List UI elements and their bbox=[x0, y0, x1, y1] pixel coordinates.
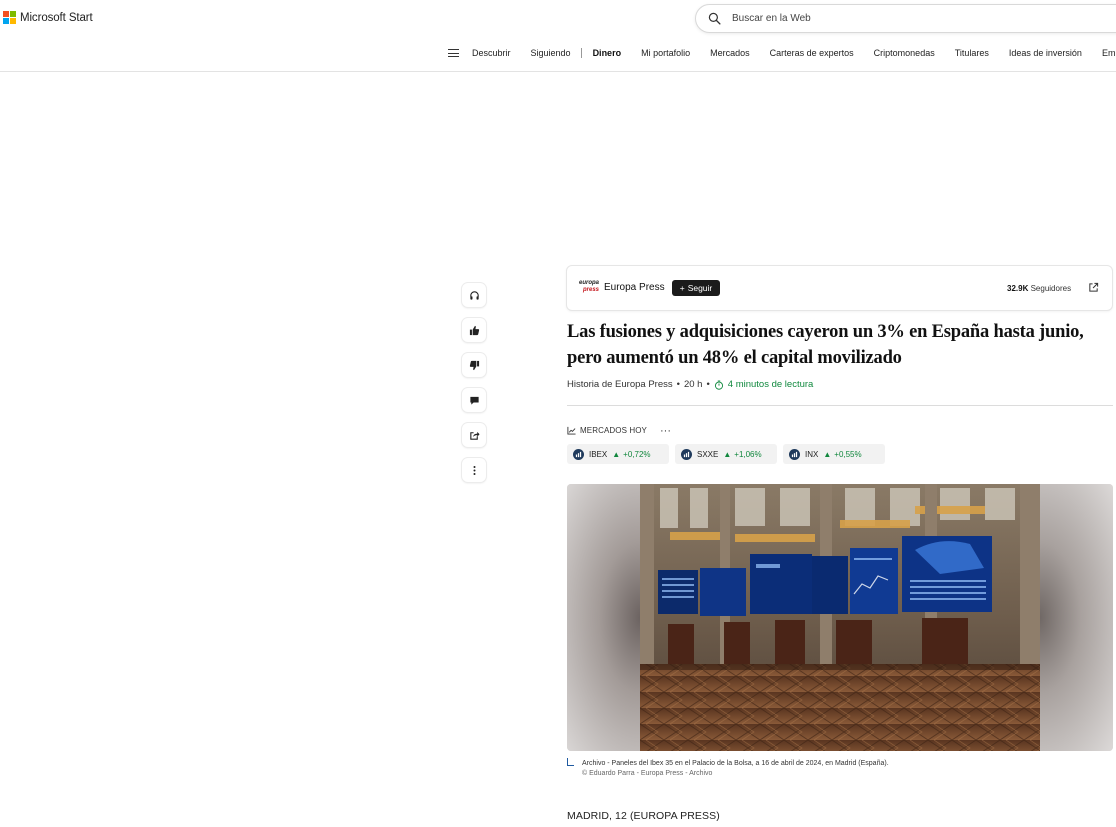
share-icon bbox=[469, 431, 480, 440]
nav-separator bbox=[580, 48, 582, 58]
listen-button[interactable] bbox=[462, 283, 486, 307]
arrow-up-icon: ▲ bbox=[823, 449, 832, 459]
image-caption: Archivo - Paneles del Ibex 35 en el Pala… bbox=[582, 759, 1102, 779]
index-icon bbox=[681, 448, 692, 460]
article-headline: Las fusiones y adquisiciones cayeron un … bbox=[567, 322, 1084, 368]
byline-time: 20 h bbox=[683, 379, 703, 390]
nav-item-mi-portafolio[interactable]: Mi portafolio bbox=[641, 48, 690, 58]
thumbs-down-icon bbox=[469, 360, 479, 370]
arrow-up-icon: ▲ bbox=[723, 449, 732, 459]
image-blur-left bbox=[567, 484, 641, 751]
read-time: 4 minutos de lectura bbox=[714, 379, 814, 390]
chart-line-icon bbox=[567, 426, 576, 435]
follow-button[interactable]: + Seguir bbox=[672, 280, 720, 296]
ticker-symbol: IBEX bbox=[589, 449, 608, 459]
search-box[interactable] bbox=[695, 4, 1116, 33]
thumbs-up-icon bbox=[469, 325, 479, 335]
article-hero-image[interactable] bbox=[567, 484, 1113, 751]
plus-icon: + bbox=[679, 283, 685, 293]
dislike-button[interactable] bbox=[462, 353, 486, 377]
microsoft-start-logo[interactable]: Microsoft Start bbox=[3, 11, 93, 24]
comment-icon bbox=[469, 396, 479, 405]
publisher-logo-line1: europa bbox=[579, 280, 600, 286]
followers-label: Seguidores bbox=[1030, 284, 1072, 293]
followers-number: 32.9K bbox=[1007, 284, 1029, 293]
headphones-icon bbox=[469, 290, 479, 300]
top-navigation: Descubrir Siguiendo Dinero Mi portafolio… bbox=[448, 46, 1116, 60]
comment-button[interactable] bbox=[462, 388, 486, 412]
market-tickers: IBEX ▲ +0,72% SXXE ▲ +1,06% INX ▲ +0,55% bbox=[567, 444, 885, 464]
caption-text: Archivo - Paneles del Ibex 35 en el Pala… bbox=[582, 760, 889, 767]
ticker-change: +1,06% bbox=[734, 449, 762, 459]
image-credit: © Eduardo Parra - Europa Press - Archivo bbox=[582, 770, 713, 777]
byline-separator: • bbox=[706, 379, 710, 390]
menu-icon[interactable] bbox=[448, 49, 459, 57]
nav-item-descubrir[interactable]: Descubrir bbox=[472, 48, 511, 58]
ticker-change: +0,55% bbox=[834, 449, 862, 459]
byline-source: Historia de Europa Press bbox=[567, 379, 673, 390]
index-icon bbox=[573, 448, 584, 460]
markets-header: MERCADOS HOY ··· bbox=[567, 425, 671, 436]
nav-item-carteras-de-expertos[interactable]: Carteras de expertos bbox=[770, 48, 854, 58]
stock-exchange-photo bbox=[640, 484, 1040, 751]
caption-marker bbox=[567, 758, 574, 766]
header-divider bbox=[0, 71, 1116, 72]
markets-title: MERCADOS HOY bbox=[580, 426, 647, 435]
search-input[interactable] bbox=[732, 13, 1032, 24]
nav-item-ideas-de-inversion[interactable]: Ideas de inversión bbox=[1009, 48, 1082, 58]
markets-more-icon[interactable]: ··· bbox=[660, 425, 671, 436]
nav-item-dinero[interactable]: Dinero bbox=[593, 48, 622, 58]
like-button[interactable] bbox=[462, 318, 486, 342]
europa-press-logo[interactable]: europa press bbox=[579, 279, 601, 297]
publisher-name[interactable]: Europa Press bbox=[604, 282, 665, 293]
ticker-inx[interactable]: INX ▲ +0,55% bbox=[783, 444, 885, 464]
byline-separator: • bbox=[676, 379, 680, 390]
more-options-button[interactable] bbox=[462, 458, 486, 482]
article-dateline: MADRID, 12 (EUROPA PRESS) bbox=[567, 810, 720, 822]
ticker-change: +0,72% bbox=[623, 449, 651, 459]
ticker-ibex[interactable]: IBEX ▲ +0,72% bbox=[567, 444, 669, 464]
nav-item-siguiendo[interactable]: Siguiendo bbox=[531, 48, 571, 58]
article-byline: Historia de Europa Press • 20 h • 4 minu… bbox=[567, 379, 813, 390]
stopwatch-icon bbox=[714, 380, 723, 390]
followers-count: 32.9K Seguidores bbox=[1007, 284, 1071, 293]
nav-item-titulares[interactable]: Titulares bbox=[955, 48, 989, 58]
share-button[interactable] bbox=[462, 423, 486, 447]
publisher-logo-line2: press bbox=[583, 287, 600, 293]
article-actions bbox=[462, 283, 486, 482]
publisher-card: europa press Europa Press + Seguir 32.9K … bbox=[566, 265, 1113, 311]
more-vertical-icon bbox=[472, 465, 476, 475]
nav-item-mercados[interactable]: Mercados bbox=[710, 48, 750, 58]
ticker-symbol: INX bbox=[805, 449, 819, 459]
follow-label: Seguir bbox=[687, 283, 713, 293]
byline-divider bbox=[567, 405, 1113, 406]
ticker-symbol: SXXE bbox=[697, 449, 719, 459]
external-link-icon[interactable] bbox=[1088, 282, 1099, 293]
index-icon bbox=[789, 448, 800, 460]
arrow-up-icon: ▲ bbox=[612, 449, 621, 459]
microsoft-logo-icon bbox=[3, 11, 16, 24]
read-time-label: 4 minutos de lectura bbox=[727, 379, 814, 390]
nav-item-criptomonedas[interactable]: Criptomonedas bbox=[874, 48, 935, 58]
search-icon bbox=[708, 12, 721, 25]
ticker-sxxe[interactable]: SXXE ▲ +1,06% bbox=[675, 444, 777, 464]
image-blur-right bbox=[1039, 484, 1113, 751]
brand-name: Microsoft Start bbox=[20, 11, 93, 24]
nav-item-empresas[interactable]: Empresas bbox=[1102, 48, 1116, 58]
